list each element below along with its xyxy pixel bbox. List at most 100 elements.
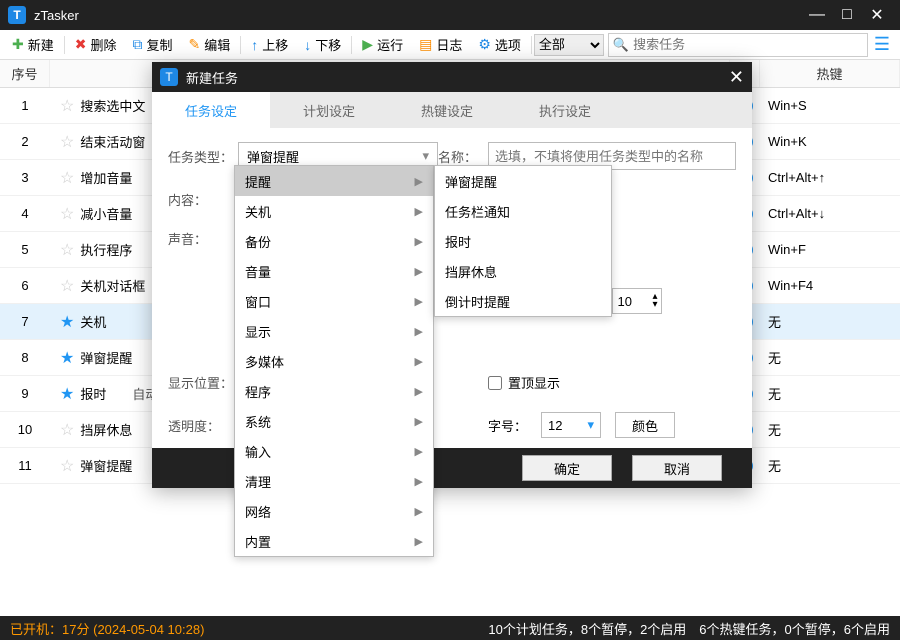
menu-item[interactable]: 系统▶ <box>235 406 433 436</box>
tab-exec[interactable]: 执行设定 <box>506 92 624 128</box>
tab-task[interactable]: 任务设定 <box>152 92 270 128</box>
label-content: 内容： <box>168 190 238 209</box>
star-icon[interactable]: ☆ <box>60 420 74 440</box>
row-index: 3 <box>0 170 50 185</box>
col-hotkey: 热键 <box>760 60 900 87</box>
star-icon[interactable]: ☆ <box>60 96 74 116</box>
search-box[interactable]: 🔍 <box>608 33 868 57</box>
task-name: 增加音量 <box>80 168 132 187</box>
row-index: 7 <box>0 314 50 329</box>
menu-item[interactable]: 内置▶ <box>235 526 433 556</box>
moveup-button[interactable]: ↑上移 <box>243 30 296 59</box>
cancel-button[interactable]: 取消 <box>632 455 722 481</box>
star-icon[interactable]: ★ <box>60 312 74 332</box>
menu-item[interactable]: 多媒体▶ <box>235 346 433 376</box>
statusbar: 已开机：17分 (2024-05-04 10:28) 10个计划任务，8个暂停，… <box>0 616 900 640</box>
filter-select[interactable]: 全部 <box>534 34 604 56</box>
row-index: 6 <box>0 278 50 293</box>
menu-item[interactable]: 网络▶ <box>235 496 433 526</box>
hotkey-cell: Ctrl+Alt+↑ <box>760 170 900 185</box>
status-left: 已开机：17分 (2024-05-04 10:28) <box>10 619 204 638</box>
star-icon[interactable]: ★ <box>60 384 74 404</box>
submenu-item[interactable]: 弹窗提醒 <box>435 166 611 196</box>
run-button[interactable]: ▶运行 <box>354 30 411 59</box>
log-button[interactable]: ▤日志 <box>411 30 470 59</box>
minimize-button[interactable]: — <box>802 6 832 24</box>
gear-icon: ⚙ <box>478 36 491 53</box>
topmost-check[interactable]: 置顶显示 <box>488 373 736 392</box>
col-idx: 序号 <box>0 60 50 87</box>
search-input[interactable] <box>633 37 863 52</box>
row-index: 2 <box>0 134 50 149</box>
dialog-close[interactable]: ✕ <box>729 67 744 88</box>
tab-hotkey[interactable]: 热键设定 <box>388 92 506 128</box>
edit-button[interactable]: ✎编辑 <box>181 30 239 59</box>
label-fontsize: 字号： <box>488 416 527 435</box>
hotkey-cell: Win+F4 <box>760 278 900 293</box>
up-icon: ↑ <box>251 37 258 53</box>
fontsize-select[interactable]: 12▾ <box>541 412 601 438</box>
submenu-item[interactable]: 报时 <box>435 226 611 256</box>
row-index: 1 <box>0 98 50 113</box>
menu-item[interactable]: 音量▶ <box>235 256 433 286</box>
hotkey-cell: 无 <box>760 456 900 475</box>
hotkey-cell: Win+K <box>760 134 900 149</box>
log-icon: ▤ <box>419 36 432 53</box>
star-icon[interactable]: ☆ <box>60 240 74 260</box>
task-name: 减小音量 <box>80 204 132 223</box>
label-type: 任务类型： <box>168 147 238 166</box>
options-button[interactable]: ⚙选项 <box>470 30 529 59</box>
close-button[interactable]: ✕ <box>862 5 892 25</box>
maximize-button[interactable]: □ <box>832 6 862 24</box>
task-name: 搜索选中文 <box>80 96 145 115</box>
new-button[interactable]: ✚新建 <box>4 30 62 59</box>
submenu-item[interactable]: 挡屏休息 <box>435 256 611 286</box>
hotkey-cell: 无 <box>760 384 900 403</box>
menu-item[interactable]: 程序▶ <box>235 376 433 406</box>
menu-item[interactable]: 窗口▶ <box>235 286 433 316</box>
task-name: 执行程序 <box>80 240 132 259</box>
star-icon[interactable]: ☆ <box>60 276 74 296</box>
menu-item[interactable]: 清理▶ <box>235 466 433 496</box>
task-name: 弹窗提醒 <box>80 348 132 367</box>
delete-button[interactable]: ✖删除 <box>67 30 125 59</box>
menu-item[interactable]: 关机▶ <box>235 196 433 226</box>
tab-schedule[interactable]: 计划设定 <box>270 92 388 128</box>
star-icon[interactable]: ☆ <box>60 456 74 476</box>
task-name: 弹窗提醒 <box>80 456 132 475</box>
submenu-item[interactable]: 倒计时提醒 <box>435 286 611 316</box>
label-sound: 声音： <box>168 229 238 248</box>
row-index: 11 <box>0 458 50 473</box>
delete-icon: ✖ <box>75 36 87 53</box>
menu-item[interactable]: 备份▶ <box>235 226 433 256</box>
star-icon[interactable]: ★ <box>60 348 74 368</box>
star-icon[interactable]: ☆ <box>60 204 74 224</box>
submenu-item[interactable]: 任务栏通知 <box>435 196 611 226</box>
label-name: 名称： <box>438 147 488 166</box>
row-index: 9 <box>0 386 50 401</box>
task-name: 关机对话框 <box>80 276 145 295</box>
ok-button[interactable]: 确定 <box>522 455 612 481</box>
movedown-button[interactable]: ↓下移 <box>296 30 349 59</box>
hotkey-cell: 无 <box>760 312 900 331</box>
row-index: 4 <box>0 206 50 221</box>
task-name: 关机 <box>80 312 106 331</box>
hotkey-cell: 无 <box>760 420 900 439</box>
label-displaypos: 显示位置： <box>168 373 238 392</box>
color-button[interactable]: 颜色 <box>615 412 675 438</box>
star-icon[interactable]: ☆ <box>60 132 74 152</box>
app-title: zTasker <box>34 8 79 23</box>
menu-item[interactable]: 提醒▶ <box>235 166 433 196</box>
copy-button[interactable]: ⧉复制 <box>125 30 181 59</box>
menu-item[interactable]: 输入▶ <box>235 436 433 466</box>
app-logo: T <box>8 6 26 24</box>
task-type-menu: 提醒▶关机▶备份▶音量▶窗口▶显示▶多媒体▶程序▶系统▶输入▶清理▶网络▶内置▶ <box>234 165 434 557</box>
view-toggle[interactable]: ☰ <box>868 34 896 55</box>
row-index: 8 <box>0 350 50 365</box>
copy-icon: ⧉ <box>133 36 143 53</box>
delay-count-spinner[interactable]: 10▴▾ <box>612 288 662 314</box>
row-index: 5 <box>0 242 50 257</box>
star-icon[interactable]: ☆ <box>60 168 74 188</box>
menu-item[interactable]: 显示▶ <box>235 316 433 346</box>
status-right: 10个计划任务，8个暂停，2个启用 6个热键任务，0个暂停，6个启用 <box>488 619 890 638</box>
